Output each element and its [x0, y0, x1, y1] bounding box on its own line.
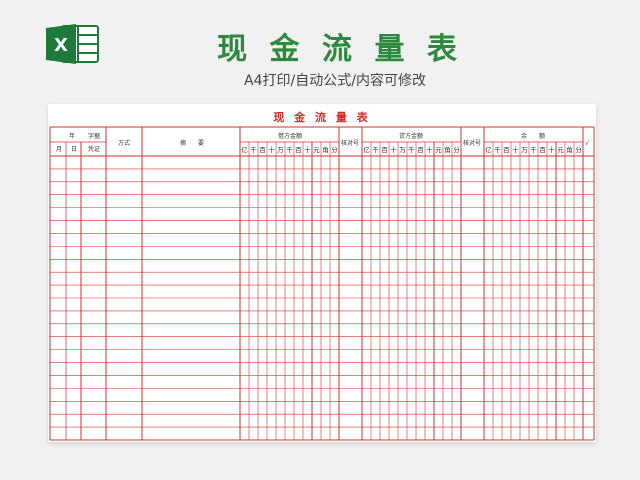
col-balance: 余 额 [521, 132, 545, 140]
page-title: 现 金 流 量 表 [217, 32, 463, 67]
digit-header-label: 亿 [241, 145, 248, 154]
digit-header-label: 千 [530, 145, 537, 154]
page-subtitle: A4打印/自动公式/内容可修改 [244, 73, 426, 89]
col-method: 方式 [118, 139, 130, 147]
digit-headers: 亿千百十万千百十元角分亿千百十万千百十元角分亿千百十万千百十元角分 [241, 145, 582, 154]
digit-header-label: 十 [426, 145, 433, 154]
digit-header-label: 分 [331, 145, 338, 154]
ledger-title: 现 金 流 量 表 [273, 110, 370, 124]
digit-header-label: 千 [408, 145, 415, 154]
col-check-2: 核对号 [463, 139, 481, 147]
col-summary: 摘 要 [180, 139, 204, 147]
digit-header-label: 千 [494, 145, 501, 154]
digit-header-label: 亿 [363, 145, 370, 154]
digit-header-label: 元 [313, 146, 320, 154]
col-check-1: 核对号 [341, 139, 359, 147]
digit-header-label: 百 [417, 146, 424, 154]
digit-header-label: 万 [277, 146, 284, 154]
digit-header-label: 十 [268, 145, 275, 154]
digit-header-label: 十 [548, 145, 555, 154]
digit-header-label: 千 [250, 145, 257, 154]
digit-header-label: 角 [566, 145, 573, 154]
col-checkmark: √ [585, 140, 589, 147]
col-month: 月 [56, 146, 62, 153]
col-voucher: 凭证 [88, 145, 100, 153]
digit-header-label: 百 [503, 146, 510, 154]
col-voucher-word: 字据 [88, 132, 100, 140]
digit-header-label: 百 [259, 146, 266, 154]
digit-header-label: 亿 [485, 145, 492, 154]
digit-header-label: 角 [444, 145, 451, 154]
col-debit: 借方金额 [278, 132, 302, 140]
digit-header-label: 百 [295, 146, 302, 154]
cash-flow-ledger-table: 现 金 流 量 表 年 字据 月 日 凭证 方式 摘 要 借方金额 核对号 贷方… [49, 110, 595, 441]
digit-header-label: 十 [512, 145, 519, 154]
digit-header-label: 十 [304, 145, 311, 154]
digit-header-label: 百 [381, 146, 388, 154]
digit-header-label: 分 [453, 145, 460, 154]
digit-header-label: 万 [521, 146, 528, 154]
col-credit: 贷方金额 [399, 132, 423, 140]
ledger-grid [49, 126, 595, 441]
digit-header-label: 百 [539, 146, 546, 154]
col-day: 日 [71, 146, 77, 153]
col-year: 年 [69, 132, 75, 140]
digit-header-label: 千 [286, 145, 293, 154]
digit-header-label: 角 [322, 145, 329, 154]
digit-header-label: 万 [399, 146, 406, 154]
digit-header-label: 元 [435, 146, 442, 154]
digit-header-label: 元 [557, 146, 564, 154]
ledger-sheet: 现 金 流 量 表 年 字据 月 日 凭证 方式 摘 要 借方金额 核对号 贷方… [48, 104, 596, 442]
digit-header-label: 十 [390, 145, 397, 154]
digit-header-label: 分 [575, 145, 582, 154]
digit-header-label: 千 [372, 145, 379, 154]
